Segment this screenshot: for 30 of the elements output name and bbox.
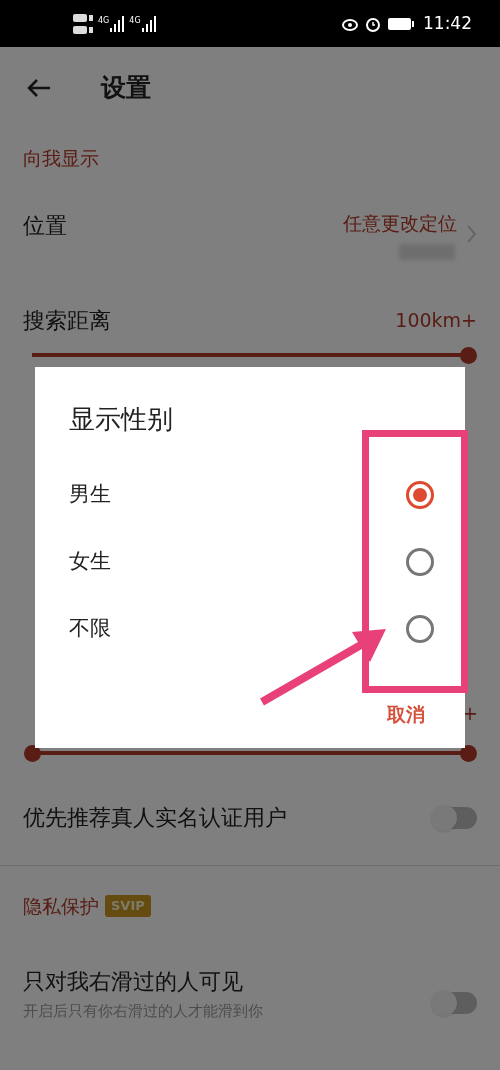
option-label[interactable]: 男生 — [69, 478, 111, 511]
toggle-switch[interactable] — [433, 806, 477, 829]
setting-label: 搜索距离 — [23, 306, 111, 335]
signal-icon — [109, 14, 126, 33]
eye-icon — [341, 16, 359, 31]
toggle-switch[interactable] — [433, 991, 477, 1014]
cancel-button[interactable]: 取消 — [387, 700, 425, 729]
radio-button[interactable] — [406, 547, 434, 576]
setting-reading: + — [462, 700, 478, 726]
signal-icon — [140, 14, 157, 33]
setting-label: 位置 — [23, 212, 67, 240]
section-title: 向我显示 — [23, 145, 99, 171]
network-label: 4G — [98, 16, 110, 25]
option-label[interactable]: 女生 — [69, 545, 111, 578]
setting-reading: 100km+ — [395, 307, 477, 333]
alarm-icon — [365, 15, 381, 32]
clock-time: 11:42 — [423, 11, 472, 35]
section-title: 隐私保护 — [23, 893, 99, 919]
dialog-title: 显示性别 — [69, 403, 174, 436]
radio-button[interactable] — [406, 480, 434, 509]
option-label[interactable]: 不限 — [69, 612, 111, 645]
network-label: 4G — [129, 16, 141, 25]
chevron-right-icon — [467, 225, 477, 243]
vip-badge: SVIP — [105, 895, 151, 917]
setting-label: 只对我右滑过的人可见 — [23, 967, 244, 996]
back-arrow-icon[interactable] — [26, 78, 52, 98]
radio-button[interactable] — [406, 614, 434, 643]
page-title: 设置 — [101, 72, 151, 105]
setting-label: 优先推荐真人实名认证用户 — [23, 804, 287, 832]
battery-icon — [387, 16, 415, 31]
